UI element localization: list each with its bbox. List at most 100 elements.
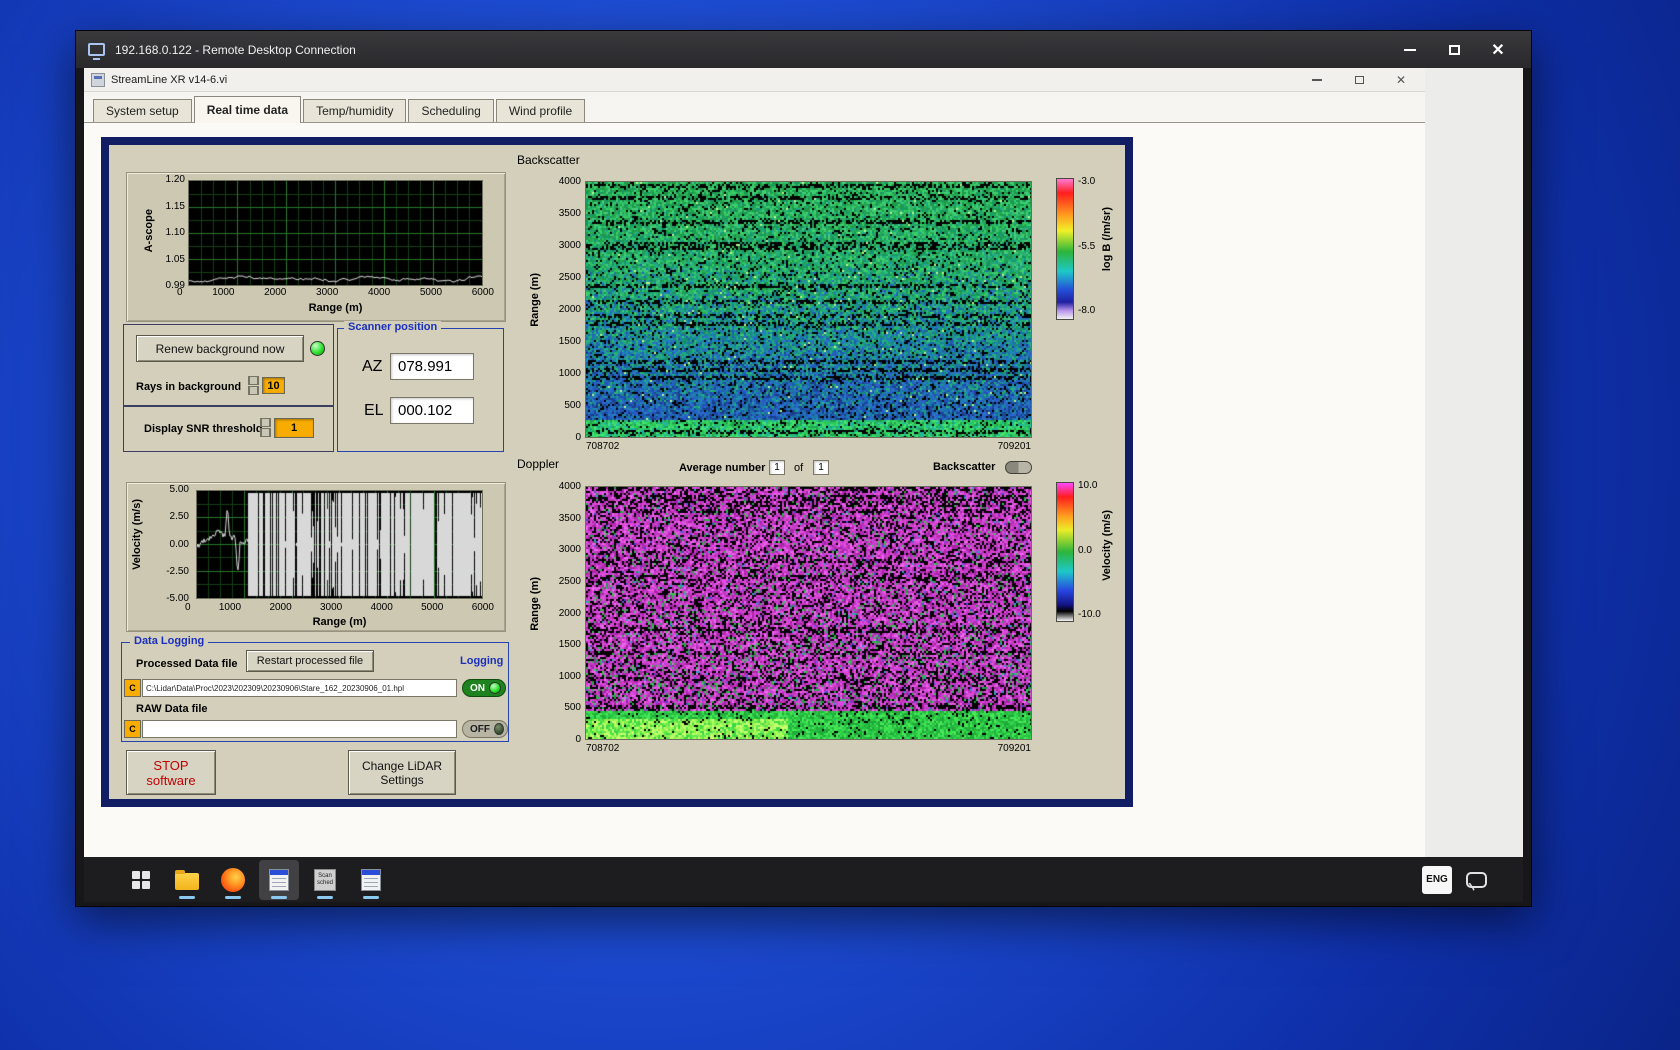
off-label: OFF	[470, 723, 490, 735]
start-button[interactable]	[121, 860, 161, 900]
tick-label: 3000	[558, 240, 581, 251]
processed-logging-toggle[interactable]: ON	[462, 679, 506, 697]
tab-real-time-data[interactable]: Real time data	[193, 96, 302, 123]
spinner-down-icon[interactable]	[260, 428, 271, 437]
processed-drive-box[interactable]: C	[124, 679, 141, 697]
renew-background-button[interactable]: Renew background now	[136, 335, 304, 362]
doppler-plot-canvas	[586, 487, 1031, 739]
taskbar-scan-scheduler[interactable]: Scan sched	[305, 860, 345, 900]
taskbar-file-explorer[interactable]	[167, 860, 207, 900]
running-indicator	[363, 895, 379, 899]
tick-label: 2000	[558, 304, 581, 315]
spinner-up-icon[interactable]	[248, 376, 259, 385]
stop-button-line1: STOP	[153, 757, 189, 773]
minimize-icon	[1312, 78, 1322, 81]
backscatter-plot-canvas	[586, 182, 1031, 437]
taskbar-streamline-app[interactable]	[259, 859, 299, 900]
average-value-2-field[interactable]: 1	[813, 460, 829, 475]
ascope-y-ticks: 1.20 1.15 1.10 1.05 0.99	[155, 174, 185, 291]
raw-path-field[interactable]	[142, 720, 457, 738]
az-value-field[interactable]: 078.991	[390, 353, 474, 380]
app-minimize-button[interactable]	[1308, 72, 1326, 88]
tick-label: -2.50	[166, 565, 189, 577]
tick-label: 709201	[997, 743, 1031, 754]
velocity-y-axis-label: Velocity (m/s)	[131, 499, 143, 570]
rdp-maximize-button[interactable]	[1437, 38, 1471, 62]
ascope-y-axis-label: A-scope	[143, 209, 155, 253]
ascope-plot-canvas	[189, 181, 482, 285]
taskbar-firefox[interactable]	[213, 860, 253, 900]
rdp-close-button[interactable]: ✕	[1481, 38, 1515, 62]
tab-system-setup[interactable]: System setup	[93, 99, 192, 122]
stop-software-button[interactable]: STOP software	[126, 750, 216, 795]
tick-label: 5000	[421, 602, 444, 613]
tick-label: 4000	[558, 176, 581, 187]
doppler-x-ticks: 708702 709201	[586, 743, 1031, 754]
backscatter-toggle-label: Backscatter	[933, 461, 996, 473]
el-value-field[interactable]: 000.102	[390, 397, 474, 424]
spinner-up-icon[interactable]	[260, 418, 271, 427]
tab-scheduling[interactable]: Scheduling	[408, 99, 494, 122]
tab-temp-humidity[interactable]: Temp/humidity	[303, 99, 407, 122]
tick-label: 3000	[316, 287, 339, 298]
app-titlebar: StreamLine XR v14-6.vi ✕	[84, 68, 1425, 92]
tab-wind-profile[interactable]: Wind profile	[495, 99, 586, 122]
tick-label: -5.5	[1078, 240, 1096, 252]
snr-value-field[interactable]: 1	[274, 418, 314, 438]
remote-desktop-screen: StreamLine XR v14-6.vi ✕ System setup Re…	[84, 68, 1523, 902]
rdp-minimize-button[interactable]	[1393, 38, 1427, 62]
tick-label: 4000	[367, 287, 391, 298]
app-close-button[interactable]: ✕	[1392, 72, 1410, 88]
tick-label: 2000	[558, 607, 581, 619]
restart-processed-file-button[interactable]: Restart processed file	[246, 650, 374, 672]
restore-icon	[1354, 75, 1364, 84]
average-number-label: Average number	[679, 462, 766, 474]
backscatter-x-ticks: 708702 709201	[586, 441, 1031, 452]
data-logging-group: Data Logging Processed Data file Restart…	[121, 635, 509, 742]
rays-spinner[interactable]	[248, 376, 259, 395]
ascope-x-ticks: 0 1000 2000 3000 4000 5000 6000	[177, 287, 494, 298]
average-of-label: of	[794, 462, 804, 474]
az-label: AZ	[362, 358, 383, 375]
tick-label: 4000	[558, 481, 581, 492]
language-indicator[interactable]: ENG	[1422, 865, 1452, 894]
chat-icon[interactable]	[1466, 871, 1487, 888]
remote-desktop-icon	[88, 43, 105, 60]
snr-threshold-group: Display SNR threshold 1	[123, 406, 334, 452]
tick-label: 0	[575, 734, 581, 745]
tick-label: 0.0	[1078, 544, 1092, 556]
app-restore-button[interactable]	[1350, 72, 1368, 88]
ascope-plot	[188, 180, 483, 286]
backscatter-title: Backscatter	[517, 153, 580, 167]
stop-button-line2: software	[146, 772, 196, 788]
snr-spinner[interactable]	[260, 418, 271, 437]
change-lidar-settings-button[interactable]: Change LiDAR Settings	[348, 750, 456, 795]
backscatter-display-toggle[interactable]	[1005, 461, 1032, 474]
doppler-colorbar-label: Velocity (m/s)	[1101, 510, 1113, 581]
ascope-x-axis-label: Range (m)	[308, 302, 363, 314]
tick-label: 708702	[586, 743, 620, 754]
tick-label: 1000	[212, 287, 235, 298]
raw-drive-box[interactable]: C	[124, 720, 141, 738]
velocity-chart-frame: Velocity (m/s) 5.00 2.50 0.00 -2.50 -5.00 01…	[126, 482, 506, 632]
processed-data-file-label: Processed Data file	[136, 658, 238, 670]
velocity-x-ticks: 0 1000 2000 3000 4000 5000 6000	[185, 602, 494, 613]
logging-off-led-icon	[494, 723, 504, 735]
spinner-down-icon[interactable]	[248, 386, 259, 395]
doppler-y-ticks: 4000 3500 3000 2500 2000 1500 1000 500 0	[549, 481, 581, 745]
change-button-line2: Settings	[380, 772, 424, 787]
tick-label: 4000	[370, 602, 393, 613]
average-value-1-field[interactable]: 1	[769, 460, 785, 475]
firefox-icon	[221, 867, 245, 892]
backscatter-colorbar-label: log B (/m/sr)	[1101, 207, 1113, 272]
desktop-background: 192.168.0.122 - Remote Desktop Connectio…	[0, 0, 1680, 1050]
raw-logging-toggle[interactable]: OFF	[462, 720, 508, 738]
tick-label: 2.50	[169, 511, 189, 523]
logging-label: Logging	[460, 655, 504, 667]
taskbar-vi-app-2[interactable]	[351, 860, 391, 900]
doppler-y-axis-label: Range (m)	[529, 577, 541, 631]
tick-label: 10.0	[1078, 480, 1098, 491]
processed-path-field[interactable]: C:\Lidar\Data\Proc\2023\202309\20230906\…	[142, 679, 457, 697]
on-label: ON	[470, 682, 485, 694]
rays-value-field[interactable]: 10	[262, 377, 285, 394]
